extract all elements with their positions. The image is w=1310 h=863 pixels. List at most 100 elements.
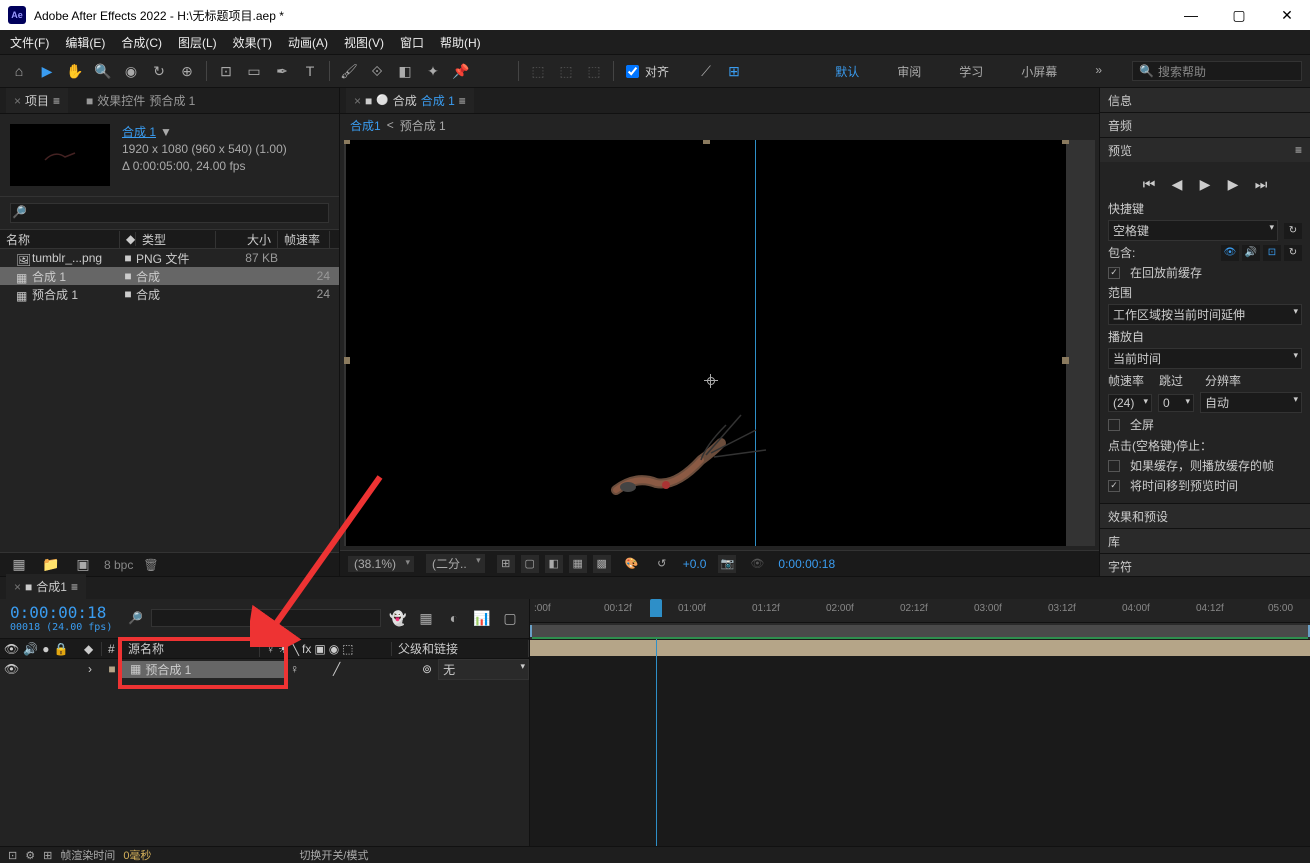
fps-dropdown[interactable]: (24) (1108, 394, 1152, 412)
snapshot-icon[interactable]: 📷 (718, 555, 736, 573)
project-tab[interactable]: ×项目 ≡ (6, 88, 68, 113)
col-parent[interactable]: 父级和链接 (392, 640, 529, 657)
region-icon[interactable]: ◧ (545, 555, 563, 573)
maximize-button[interactable]: ▢ (1224, 7, 1254, 24)
menu-file[interactable]: 文件(F) (6, 32, 53, 53)
menu-composition[interactable]: 合成(C) (117, 32, 166, 53)
timeline-tab[interactable]: × ■ 合成1 ≡ (6, 574, 86, 599)
col-solo-icon[interactable]: ● (42, 642, 49, 656)
col-source-name[interactable]: 源名称 (122, 640, 260, 657)
zoom-dropdown[interactable]: (38.1%) (348, 556, 414, 572)
menu-animation[interactable]: 动画(A) (284, 32, 332, 53)
folder-icon[interactable]: 📁 (40, 554, 62, 576)
include-audio-icon[interactable]: 🔊 (1242, 245, 1260, 261)
exposure-value[interactable]: +0.0 (683, 557, 707, 571)
layer-duration-bar[interactable] (530, 640, 1310, 656)
header-type[interactable]: 类型 (136, 231, 216, 248)
eraser-tool[interactable]: ◧ (394, 60, 416, 82)
3d-tool-1[interactable]: ⬚ (527, 60, 549, 82)
bpc-label[interactable]: 8 bpc (104, 558, 133, 572)
clone-tool[interactable]: ⟐ (366, 60, 388, 82)
timeline-layer[interactable]: 👁 › ■ ▦ 预合成 1 ♀╱ ⊚ 无 (0, 659, 529, 679)
color-icon[interactable]: 🎨 (623, 555, 641, 573)
shortcut-dropdown[interactable]: 空格键 (1108, 220, 1278, 241)
tl-icon-graph[interactable]: 📊 (471, 607, 493, 629)
effect-controls-tab[interactable]: ■ 效果控件 预合成 1 (78, 88, 203, 113)
menu-help[interactable]: 帮助(H) (436, 32, 485, 53)
timeline-search-input[interactable] (151, 609, 381, 627)
prev-frame-button[interactable]: ◀ (1167, 174, 1187, 194)
menu-view[interactable]: 视图(V) (340, 32, 388, 53)
show-snapshot-icon[interactable]: 👁 (748, 555, 766, 573)
include-overlay-icon[interactable]: ⊡ (1263, 245, 1281, 261)
pen-tool[interactable]: ✒ (271, 60, 293, 82)
header-name[interactable]: 名称 (0, 231, 120, 248)
timeline-timecode[interactable]: 0:00:00:18 (10, 603, 112, 622)
status-icon-2[interactable]: ⚙ (25, 849, 35, 862)
audio-panel-header[interactable]: 音频 (1100, 113, 1310, 137)
col-audio-icon[interactable]: 🔊 (23, 642, 38, 656)
menu-effect[interactable]: 效果(T) (229, 32, 276, 53)
breadcrumb-current[interactable]: 合成1 (350, 117, 381, 134)
header-size[interactable]: 大小 (216, 231, 278, 248)
viewer-tab[interactable]: × ■ ⚪ 合成 合成 1 ≡ (346, 88, 474, 113)
cache-before-checkbox[interactable] (1108, 267, 1120, 279)
project-item[interactable]: ▦合成 1 ■合成24 (0, 267, 339, 285)
orbit-tool[interactable]: ◉ (120, 60, 142, 82)
range-dropdown[interactable]: 工作区域按当前时间延伸 (1108, 304, 1302, 325)
rotate-tool[interactable]: ↻ (148, 60, 170, 82)
workspace-small[interactable]: 小屏幕 (1017, 63, 1061, 80)
workspace-default[interactable]: 默认 (831, 63, 863, 80)
header-label[interactable]: ◆ (120, 232, 136, 246)
snap-opt-2[interactable]: ⊞ (723, 60, 745, 82)
playfrom-dropdown[interactable]: 当前时间 (1108, 348, 1302, 369)
move-time-checkbox[interactable] (1108, 480, 1120, 492)
menu-layer[interactable]: 图层(L) (174, 32, 221, 53)
menu-window[interactable]: 窗口 (396, 32, 428, 53)
tl-icon-motion-blur[interactable]: ◐ (443, 607, 465, 629)
col-lock-icon[interactable]: 🔒 (53, 642, 68, 656)
workspace-overflow[interactable]: » (1091, 63, 1106, 80)
snap-checkbox[interactable] (626, 65, 639, 78)
comp-icon[interactable]: ▣ (72, 554, 94, 576)
resolution-dropdown[interactable]: (二分.. (426, 554, 485, 573)
parent-dropdown[interactable]: 无 (438, 659, 529, 680)
tl-icon-draft3d[interactable]: ▢ (499, 607, 521, 629)
3d-tool-3[interactable]: ⬚ (583, 60, 605, 82)
tl-icon-frame-blend[interactable]: ▦ (415, 607, 437, 629)
col-visibility-icon[interactable]: 👁 (4, 642, 19, 656)
camera-tool[interactable]: ⊕ (176, 60, 198, 82)
res-dropdown[interactable]: 自动 (1200, 392, 1302, 413)
next-frame-button[interactable]: ▶ (1223, 174, 1243, 194)
text-tool[interactable]: T (299, 60, 321, 82)
status-icon-1[interactable]: ⊡ (8, 849, 17, 862)
effects-panel-header[interactable]: 效果和预设 (1100, 504, 1310, 528)
trash-icon[interactable]: 🗑 (143, 558, 158, 572)
anchor-tool[interactable]: ⊡ (215, 60, 237, 82)
mask-icon[interactable]: ▢ (521, 555, 539, 573)
selection-tool[interactable]: ▶ (36, 60, 58, 82)
viewer-timecode[interactable]: 0:00:00:18 (778, 557, 835, 571)
hand-tool[interactable]: ✋ (64, 60, 86, 82)
project-search-input[interactable] (10, 203, 329, 223)
last-frame-button[interactable]: ⏭ (1251, 174, 1271, 194)
loop-icon[interactable]: ↻ (1284, 245, 1302, 261)
workspace-review[interactable]: 审阅 (893, 63, 925, 80)
breadcrumb-parent[interactable]: 预合成 1 (400, 117, 446, 134)
include-video-icon[interactable]: 👁 (1221, 245, 1239, 261)
viewer-canvas[interactable] (344, 140, 1095, 546)
workspace-learn[interactable]: 学习 (955, 63, 987, 80)
layer-name[interactable]: 预合成 1 (145, 661, 191, 678)
reset-icon[interactable]: ↻ (1284, 223, 1302, 239)
first-frame-button[interactable]: ⏮ (1139, 174, 1159, 194)
roto-tool[interactable]: ✦ (422, 60, 444, 82)
header-fps[interactable]: 帧速率 (278, 231, 330, 248)
minimize-button[interactable]: — (1176, 7, 1206, 24)
project-item[interactable]: ▦预合成 1 ■合成24 (0, 285, 339, 303)
brush-tool[interactable]: 🖌 (338, 60, 360, 82)
help-search[interactable]: 🔍 搜索帮助 (1132, 61, 1302, 81)
puppet-tool[interactable]: 📌 (450, 60, 472, 82)
toggle-switches-button[interactable]: 切换开关/模式 (299, 847, 368, 863)
fullscreen-checkbox[interactable] (1108, 419, 1120, 431)
interpret-icon[interactable]: ▦ (8, 554, 30, 576)
